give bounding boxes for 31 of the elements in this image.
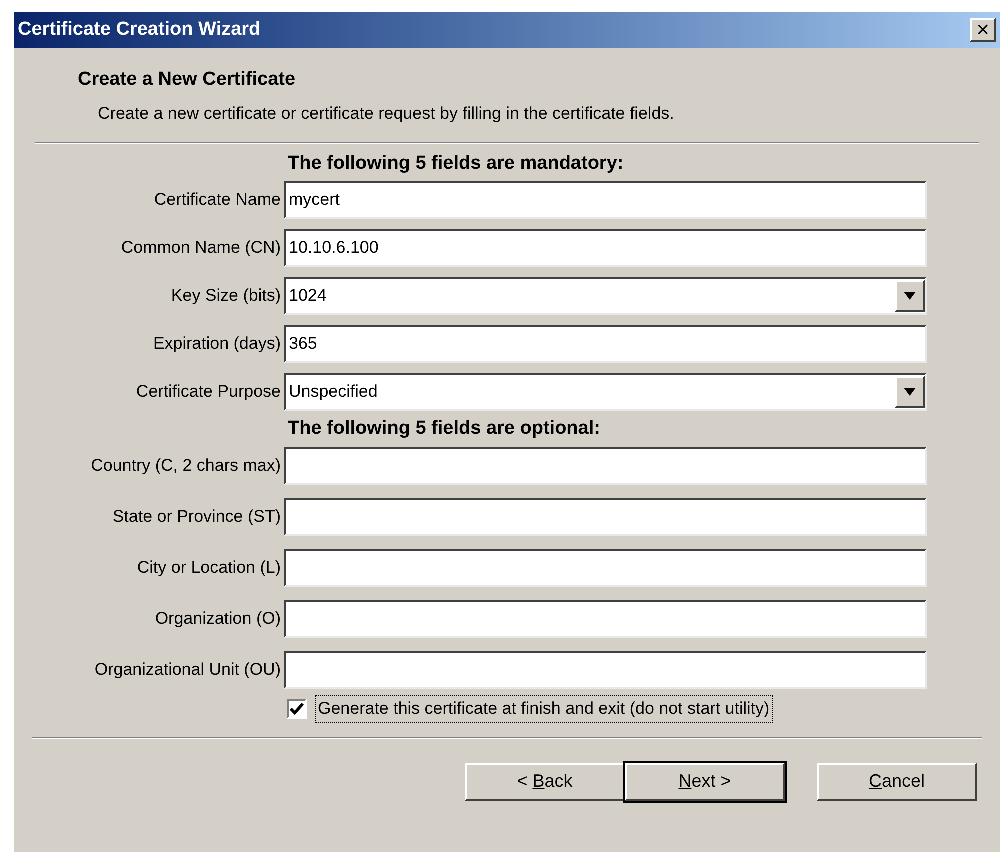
- field-label: Organization (O): [154, 608, 282, 630]
- input-field[interactable]: 365: [284, 324, 927, 362]
- field-label: Organizational Unit (OU): [94, 659, 282, 682]
- field-label: Certificate Name: [153, 188, 282, 211]
- page-description: Create a new certificate or certificate request by filling in the certificate fields.: [98, 102, 676, 124]
- section-heading: The following 5 fields are optional:: [288, 416, 602, 440]
- field-label: City or Location (L): [136, 557, 282, 580]
- wizard-button[interactable]: Next >: [625, 762, 785, 800]
- input-field[interactable]: [284, 600, 927, 638]
- input-field[interactable]: [284, 651, 927, 689]
- field-label: Common Name (CN): [120, 236, 282, 259]
- input-field[interactable]: mycert: [284, 180, 927, 218]
- field-label: Country (C, 2 chars max): [90, 455, 282, 478]
- section-heading: The following 5 fields are mandatory:: [288, 152, 625, 176]
- close-button[interactable]: ×: [970, 18, 996, 42]
- wizard-button[interactable]: Cancel: [817, 762, 977, 800]
- dropdown[interactable]: Unspecified: [284, 372, 927, 410]
- field-label: Certificate Purpose: [135, 380, 282, 403]
- input-field[interactable]: [284, 447, 927, 485]
- checkbox-label[interactable]: Generate this certificate at finish and exit (do not start utility): [315, 695, 773, 722]
- field-label: State or Province (ST): [112, 506, 282, 528]
- input-field[interactable]: 10.10.6.100: [284, 228, 927, 266]
- field-label: Expiration (days): [152, 332, 282, 355]
- window-title: Certificate Creation Wizard: [18, 18, 261, 42]
- input-field[interactable]: [284, 549, 927, 587]
- wizard-button[interactable]: < Back: [465, 762, 625, 800]
- page-heading: Create a New Certificate: [78, 68, 297, 92]
- field-label: Key Size (bits): [170, 284, 282, 307]
- dropdown[interactable]: 1024: [284, 276, 927, 314]
- input-field[interactable]: [284, 498, 927, 536]
- checkbox[interactable]: [287, 698, 307, 719]
